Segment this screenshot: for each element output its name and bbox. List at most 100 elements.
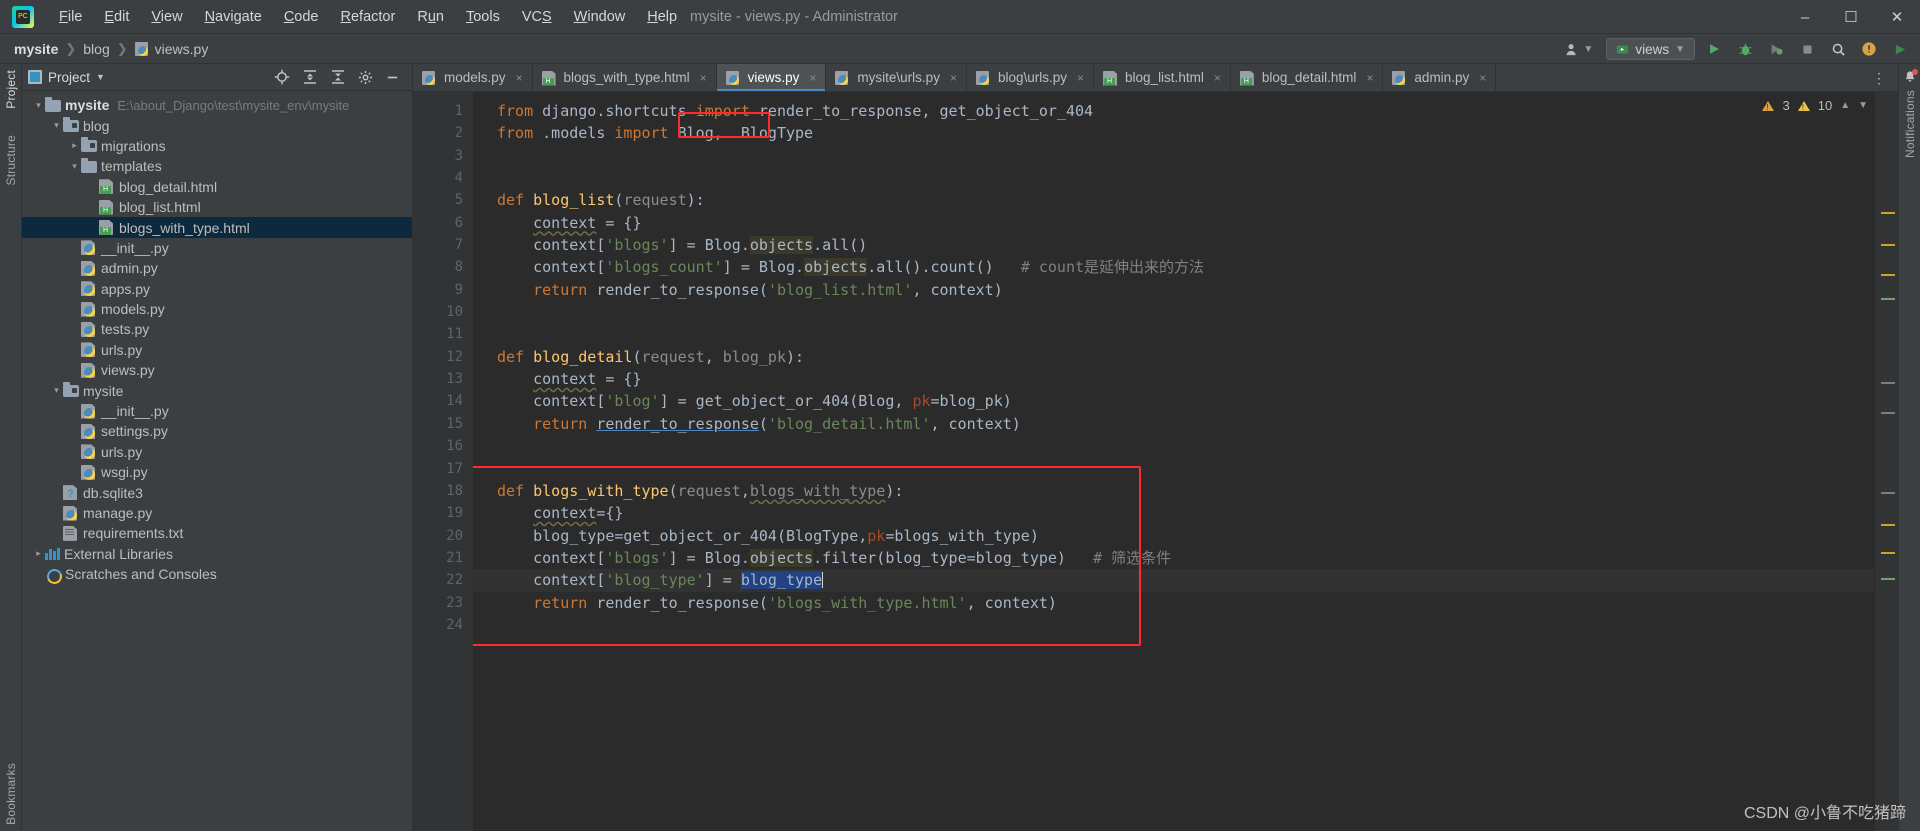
tool-window-button-notifications[interactable]: Notifications [1903,90,1917,158]
close-tab-icon[interactable]: × [1077,71,1084,85]
menu-item-tools[interactable]: Tools [455,5,511,29]
chevron-down-icon[interactable]: ▾ [32,100,45,111]
chevron-down-icon[interactable]: ▼ [96,72,105,82]
hide-icon[interactable] [385,70,400,85]
run-icon[interactable] [1702,37,1726,61]
inspection-status[interactable]: 3 10 ▲ ▼ [1762,98,1868,113]
tree-node-blog-detail-html[interactable]: blog_detail.html [22,177,412,197]
tree-node-admin-py[interactable]: admin.py [22,258,412,278]
settings-icon[interactable] [358,70,373,85]
tree-node-models-py[interactable]: models.py [22,299,412,319]
chevron-down-icon[interactable]: ▾ [50,120,63,131]
tree-node-tests-py[interactable]: tests.py [22,319,412,339]
project-tree[interactable]: ▾ mysite E:\about_Django\test\mysite_env\m… [22,91,412,831]
editor-tab-blog-detail-html[interactable]: blog_detail.html × [1231,64,1384,91]
breadcrumb-item-views[interactable]: views.py [155,41,209,57]
tree-node-requirements-txt[interactable]: requirements.txt [22,523,412,543]
close-tab-icon[interactable]: × [1366,71,1373,85]
gutter-marker [1881,298,1895,300]
user-icon[interactable]: ▼ [1559,40,1599,59]
menu-item-file[interactable]: FFileile [48,5,93,29]
expand-all-icon[interactable] [302,69,318,85]
close-tab-icon[interactable]: × [516,71,523,85]
close-tab-icon[interactable]: × [950,71,957,85]
close-tab-icon[interactable]: × [1214,71,1221,85]
tree-node-manage-py[interactable]: manage.py [22,503,412,523]
editor-tab-models-py[interactable]: models.py × [413,64,533,91]
tree-node--init-py[interactable]: __init__.py [22,238,412,258]
maximize-icon[interactable]: ☐ [1828,0,1874,34]
tree-node-wsgi-py[interactable]: wsgi.py [22,462,412,482]
tool-window-button-structure[interactable]: Structure [4,135,18,186]
locate-icon[interactable] [274,69,290,85]
coverage-icon[interactable] [1764,37,1788,61]
menu-item-run[interactable]: Run [406,5,455,29]
minimize-icon[interactable]: – [1782,0,1828,34]
chevron-right-icon[interactable]: ▸ [32,548,45,559]
menu-item-edit[interactable]: Edit [93,5,140,29]
tree-node--init-py[interactable]: __init__.py [22,401,412,421]
tree-node-scratches-and-consoles[interactable]: Scratches and Consoles [22,564,412,584]
tree-node-mysite[interactable]: ▾ mysite E:\about_Django\test\mysite_env\m… [22,95,412,115]
tree-node-external-libraries[interactable]: ▸ External Libraries [22,544,412,564]
tool-window-button-bookmarks[interactable]: Bookmarks [4,763,18,825]
code-content[interactable]: from django.shortcuts import render_to_r… [473,92,1874,831]
menu-item-code[interactable]: Code [273,5,330,29]
tree-node-urls-py[interactable]: urls.py [22,340,412,360]
editor-tab-admin-py[interactable]: admin.py × [1383,64,1497,91]
tool-window-button-project[interactable]: Project [4,70,18,109]
tree-node-blog[interactable]: ▾ blog [22,115,412,135]
menu-item-navigate[interactable]: Navigate [194,5,273,29]
tree-node-blog-list-html[interactable]: blog_list.html [22,197,412,217]
editor-tab-blog-urls-py[interactable]: blog\urls.py × [967,64,1095,91]
more-options-icon[interactable]: ⋮ [1866,71,1892,85]
tree-node-label: templates [101,158,162,175]
chevron-right-icon[interactable]: ▸ [68,140,81,151]
menu-item-window[interactable]: Window [563,5,637,29]
tree-node-apps-py[interactable]: apps.py [22,279,412,299]
tree-node-templates[interactable]: ▾ templates [22,156,412,176]
menu-item-vcs[interactable]: VCS [511,5,563,29]
close-tab-icon[interactable]: × [809,71,816,85]
close-icon[interactable]: ✕ [1874,0,1920,34]
menu-item-help[interactable]: Help [636,5,688,29]
editor-tab-blog-list-html[interactable]: blog_list.html × [1094,64,1231,91]
chevron-down-icon[interactable]: ▼ [1858,100,1868,111]
menu-item-refactor[interactable]: Refactor [330,5,407,29]
tree-node-label: db.sqlite3 [83,484,143,501]
editor-tab-mysite-urls-py[interactable]: mysite\urls.py × [826,64,967,91]
breadcrumb-item-blog[interactable]: blog [83,41,109,57]
tree-node-urls-py[interactable]: urls.py [22,442,412,462]
chevron-up-icon[interactable]: ▲ [1840,100,1850,111]
menu-item-view[interactable]: View [140,5,193,29]
tree-node-views-py[interactable]: views.py [22,360,412,380]
debug-icon[interactable] [1733,37,1757,61]
line-number: 23 [446,594,463,611]
editor-tab-views-py[interactable]: views.py × [716,64,827,91]
breadcrumb-item-mysite[interactable]: mysite [14,41,58,57]
close-tab-icon[interactable]: × [700,71,707,85]
tree-node-label: admin.py [101,260,158,277]
tree-node-settings-py[interactable]: settings.py [22,421,412,441]
code-line-12: def blog_detail(request, blog_pk): [497,347,805,366]
run-configuration-selector[interactable]: views ▼ [1606,38,1695,60]
tree-node-label: urls.py [101,341,143,358]
close-tab-icon[interactable]: × [1479,71,1486,85]
bell-icon[interactable] [1903,69,1918,84]
inspection-gutter[interactable] [1874,92,1898,831]
line-number-gutter[interactable]: 1−2− 3 4 5− 6 7 8 9⑂ 10 11 12− 13 14 15⑂ 16 17 18− 19 20 21… [413,92,483,831]
updates-icon[interactable] [1857,37,1881,61]
collapse-all-icon[interactable] [330,69,346,85]
editor-tab-blogs-with-type-html[interactable]: blogs_with_type.html × [533,64,717,91]
tree-node-mysite[interactable]: ▾ mysite [22,380,412,400]
stop-icon[interactable] [1795,37,1819,61]
search-icon[interactable] [1826,37,1850,61]
main-body: Project Structure Bookmarks Project ▼ ▾ … [0,64,1920,831]
chevron-down-icon[interactable]: ▾ [50,385,63,396]
editor-tabs[interactable]: models.py × blogs_with_type.html × views.py ×… [413,64,1898,92]
tree-node-db-sqlite3[interactable]: db.sqlite3 [22,482,412,502]
chevron-down-icon[interactable]: ▾ [68,161,81,172]
tree-node-blogs-with-type-html[interactable]: blogs_with_type.html [22,217,412,238]
tree-node-migrations[interactable]: ▸ migrations [22,136,412,156]
share-icon[interactable] [1888,37,1912,61]
